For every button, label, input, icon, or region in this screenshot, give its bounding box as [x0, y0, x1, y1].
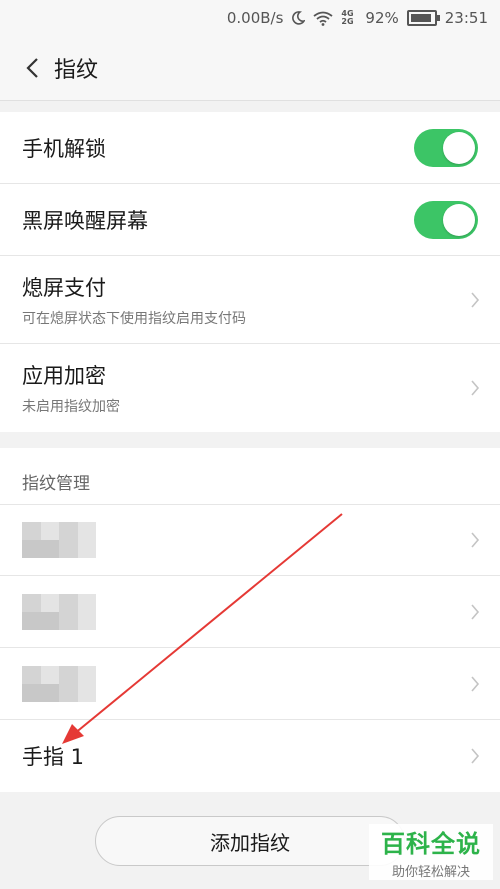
- fingerprint-item[interactable]: [0, 504, 500, 576]
- chevron-right-icon: [471, 603, 480, 620]
- clock: 23:51: [444, 9, 488, 27]
- setting-description: 可在熄屏状态下使用指纹启用支付码: [22, 310, 246, 327]
- setting-app-lock[interactable]: 应用加密 未启用指纹加密: [0, 344, 500, 432]
- chevron-right-icon: [471, 291, 480, 308]
- setting-wake-screen[interactable]: 黑屏唤醒屏幕: [0, 184, 500, 256]
- setting-label: 熄屏支付: [22, 275, 106, 300]
- fingerprint-item[interactable]: [0, 648, 500, 720]
- fingerprint-name: 手指 1: [22, 745, 85, 769]
- battery-percent: 92%: [365, 9, 399, 27]
- network-type-label: 4G 2G: [341, 9, 354, 26]
- blurred-name: [22, 665, 96, 702]
- fingerprint-item-finger-1[interactable]: 手指 1: [0, 720, 500, 792]
- wifi-icon: [313, 11, 333, 26]
- section-header: 指纹管理: [0, 448, 500, 504]
- network-speed: 0.00B/s: [226, 9, 284, 27]
- add-fingerprint-button[interactable]: 添加指纹: [95, 816, 405, 866]
- setting-description: 未启用指纹加密: [22, 399, 120, 415]
- wake-screen-toggle[interactable]: [414, 200, 478, 239]
- back-button[interactable]: [10, 46, 54, 90]
- battery-icon: [406, 10, 440, 26]
- chevron-right-icon: [471, 748, 480, 764]
- cellular-signal-icon: 4G 2G: [341, 10, 357, 26]
- chevron-left-icon: [26, 58, 38, 78]
- phone-unlock-toggle[interactable]: [414, 128, 478, 167]
- watermark-logo: 百科全说 助你轻松解决: [369, 824, 493, 880]
- setting-screen-off-pay[interactable]: 熄屏支付 可在熄屏状态下使用指纹启用支付码: [0, 256, 500, 344]
- moon-icon: [291, 11, 306, 25]
- setting-label: 黑屏唤醒屏幕: [22, 208, 148, 233]
- app-header: 指纹: [0, 36, 500, 101]
- chevron-right-icon: [471, 532, 480, 548]
- page-title: 指纹: [54, 58, 99, 83]
- settings-card: 手机解锁 黑屏唤醒屏幕 熄屏支付 可在熄屏状态下使用指纹启用支付码 应用加密 未…: [0, 112, 500, 432]
- chevron-right-icon: [471, 675, 480, 692]
- section-title: 指纹管理: [22, 474, 90, 494]
- setting-label: 手机解锁: [22, 136, 106, 161]
- setting-label: 应用加密: [22, 364, 106, 388]
- status-bar: 0.00B/s 4G 2G 92% 23:51: [0, 0, 500, 36]
- fingerprint-card: 指纹管理 手指 1: [0, 448, 500, 792]
- blurred-name: [22, 522, 96, 558]
- setting-phone-unlock[interactable]: 手机解锁: [0, 112, 500, 184]
- watermark-subtitle: 助你轻松解决: [391, 865, 470, 880]
- blurred-name: [22, 593, 96, 630]
- fingerprint-item[interactable]: [0, 576, 500, 648]
- chevron-right-icon: [471, 380, 480, 396]
- watermark-title: 百科全说: [381, 830, 481, 858]
